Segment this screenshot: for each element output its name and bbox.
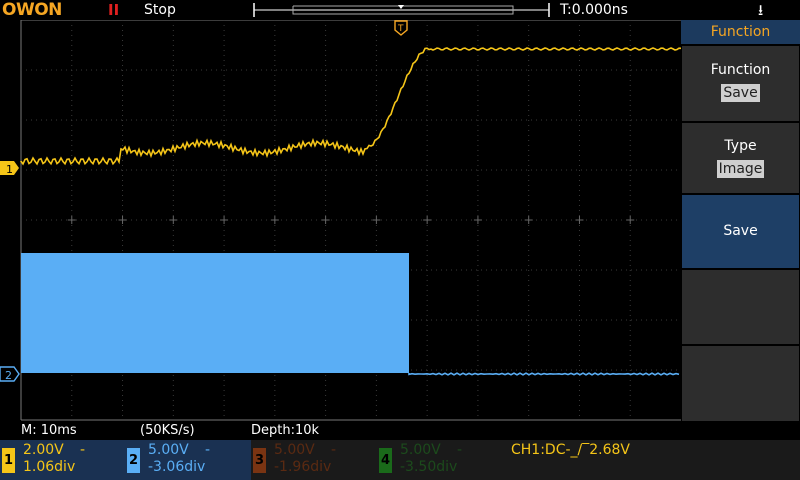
- pause-icon[interactable]: II: [108, 1, 119, 19]
- channel-3-coupling: -: [331, 442, 337, 458]
- ch2-marker-label: 2: [5, 369, 12, 382]
- menu-item-save[interactable]: Save: [682, 195, 799, 268]
- channel-4-offset: -3.50div: [400, 459, 458, 475]
- menu-item-type-value: Image: [716, 160, 765, 178]
- ch2-waveform: [408, 372, 680, 376]
- channel-1-volts: 2.00V: [23, 442, 64, 458]
- trigger-position-marker: T: [394, 20, 408, 36]
- channel-3-offset: -1.96div: [274, 459, 332, 475]
- channel-1-offset: 1.06div: [23, 459, 76, 475]
- channel-2-volts: 5.00V: [148, 442, 189, 458]
- ch1-waveform: [20, 47, 681, 166]
- channel-4-info[interactable]: 4 5.00V - -3.50div: [377, 440, 503, 480]
- channel-4-badge: 4: [379, 448, 392, 473]
- channel-2-coupling: -: [205, 442, 211, 458]
- channel-4-volts: 5.00V: [400, 442, 441, 458]
- channel-3-badge: 3: [253, 448, 266, 473]
- menu-item-function-label: Function: [710, 62, 771, 78]
- waveform-canvas: 1 2 T: [0, 20, 681, 421]
- menu-item-type[interactable]: Type Image: [682, 123, 799, 193]
- menu-item-function-value: Save: [721, 84, 760, 102]
- memory-timeline: [253, 3, 550, 17]
- ch2-level-marker: 2: [0, 366, 20, 382]
- channel-3-volts: 5.00V: [274, 442, 315, 458]
- ch2-waveform-dense: [21, 253, 409, 373]
- sample-rate-readout: (50KS/s): [140, 423, 195, 438]
- menu-item-empty: [682, 346, 799, 421]
- menu-item-type-label: Type: [724, 138, 757, 154]
- channel-2-info[interactable]: 2 5.00V - -3.06div: [125, 440, 251, 480]
- menu-title: Function: [681, 20, 800, 44]
- channel-1-info[interactable]: 1 2.00V - 1.06div: [0, 440, 125, 480]
- channel-1-coupling: -: [80, 442, 86, 458]
- top-status-bar: OWON II Stop T:0.000ns ⭳: [0, 0, 800, 20]
- ch1-level-marker: 1: [0, 161, 19, 176]
- brand-logo: OWON: [2, 0, 62, 20]
- menu-item-empty: [682, 270, 799, 344]
- channel-info-bar: 1 2.00V - 1.06div 2 5.00V - -3.06div 3 5…: [0, 440, 800, 480]
- waveform-display[interactable]: 1 2 T: [0, 20, 681, 422]
- ch1-marker-label: 1: [6, 163, 13, 176]
- function-menu: Function Function Save Type Image Save: [681, 20, 800, 422]
- channel-2-badge: 2: [127, 448, 140, 473]
- channel-2-offset: -3.06div: [148, 459, 206, 475]
- trigger-time-readout: T:0.000ns: [560, 2, 628, 18]
- run-state-label: Stop: [144, 2, 176, 18]
- trigger-marker-label: T: [397, 24, 404, 34]
- menu-item-save-label: Save: [723, 223, 758, 239]
- usb-icon: ⭳: [758, 1, 764, 19]
- channel-1-badge: 1: [2, 448, 15, 473]
- channel-3-info[interactable]: 3 5.00V - -1.96div: [251, 440, 377, 480]
- memory-depth-readout: Depth:10k: [251, 423, 320, 438]
- timebase-readout: M: 10ms: [21, 423, 77, 438]
- trigger-info-readout[interactable]: CH1:DC-_/‾2.68V: [511, 442, 630, 458]
- acquisition-status-row: M: 10ms (50KS/s) Depth:10k: [0, 422, 681, 440]
- channel-4-coupling: -: [457, 442, 463, 458]
- menu-item-function[interactable]: Function Save: [682, 46, 799, 121]
